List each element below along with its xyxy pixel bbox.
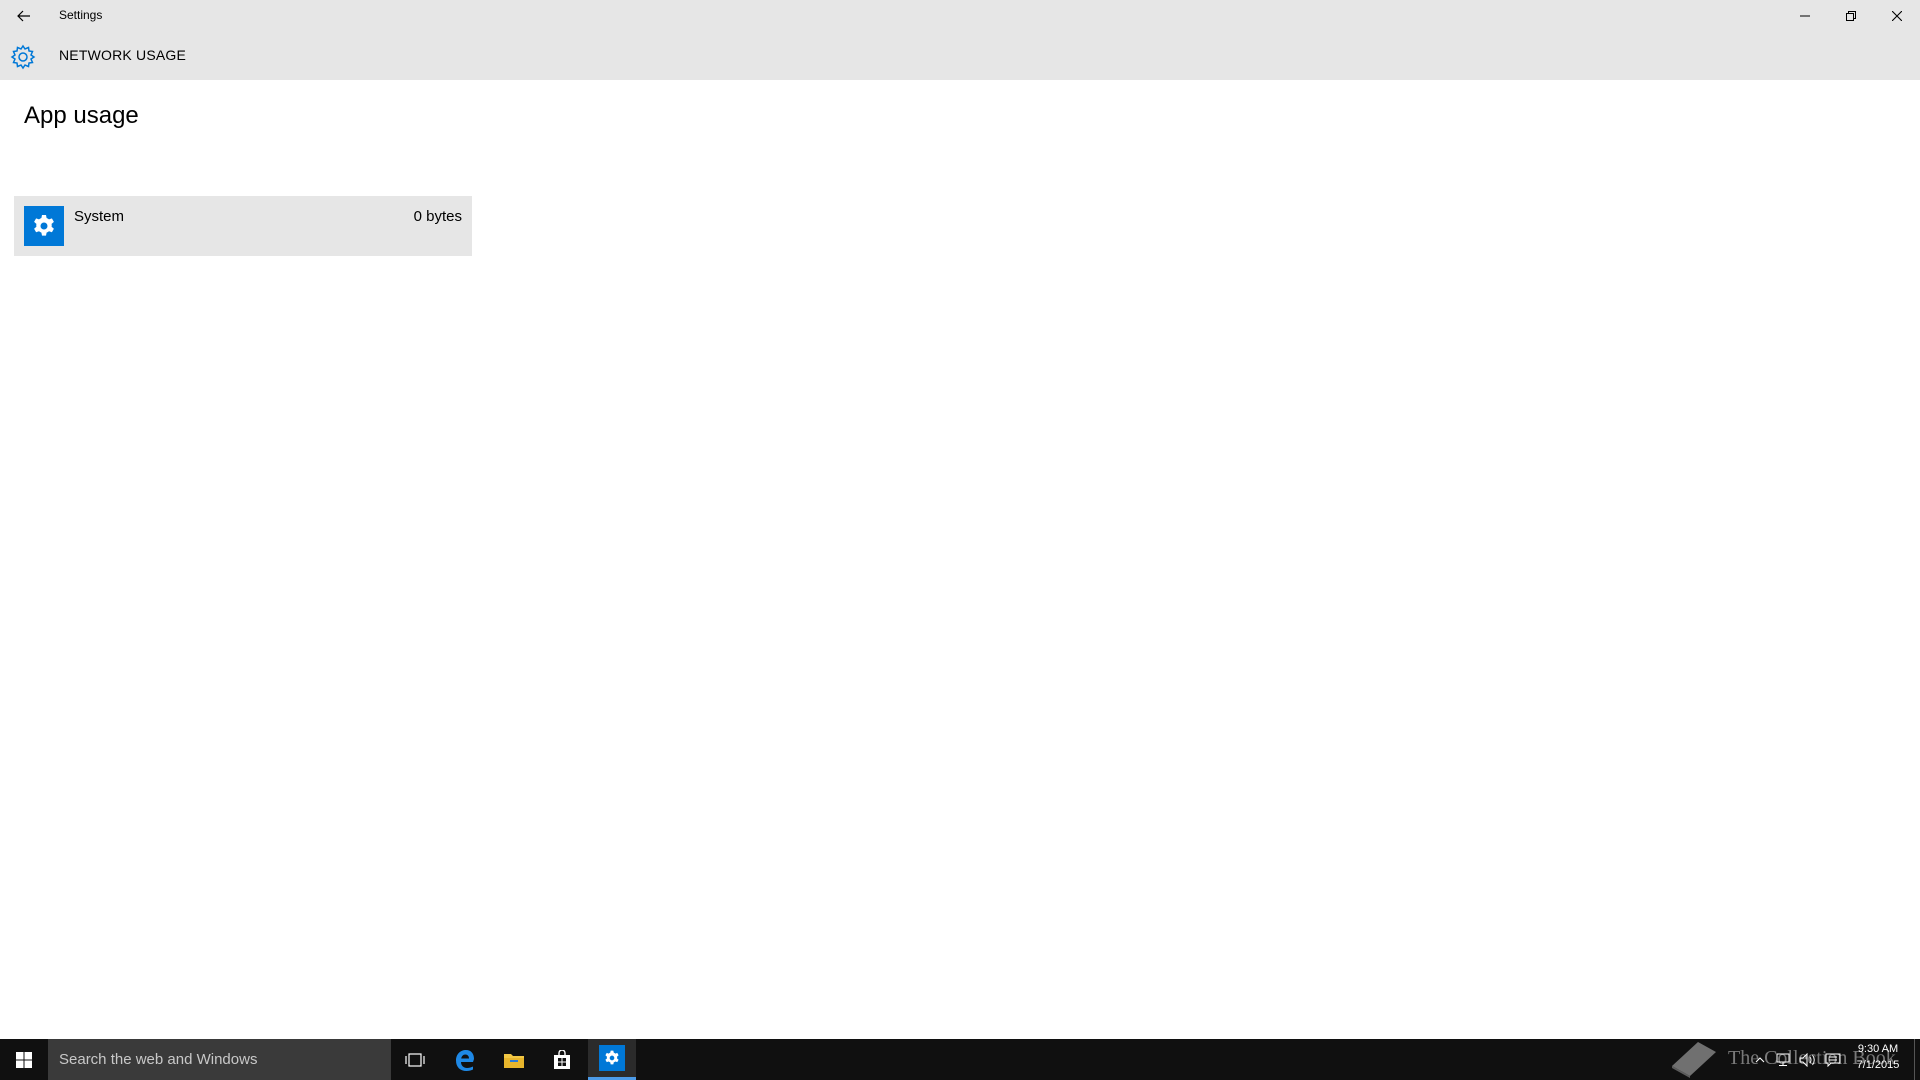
taskbar-clock[interactable]: 9:30 AM 7/1/2015: [1848, 1041, 1908, 1073]
network-tray-button[interactable]: [1772, 1039, 1794, 1080]
app-icon-tile: [24, 206, 64, 246]
clock-time: 9:30 AM: [1857, 1043, 1899, 1055]
task-view-button[interactable]: [391, 1039, 439, 1080]
minimize-button[interactable]: [1782, 0, 1828, 31]
close-icon: [1892, 10, 1902, 21]
edge-icon: [456, 1049, 474, 1071]
back-arrow-icon: [17, 10, 30, 21]
chevron-up-icon: [1755, 1056, 1765, 1062]
task-view-icon: [405, 1052, 425, 1067]
gear-icon: [10, 44, 36, 70]
back-button[interactable]: [0, 0, 48, 31]
show-hidden-icons-button[interactable]: [1752, 1039, 1768, 1080]
folder-icon: [504, 1053, 524, 1068]
network-icon: [1776, 1053, 1790, 1066]
start-button[interactable]: [0, 1039, 48, 1080]
app-usage-row[interactable]: System 0 bytes: [14, 196, 472, 256]
restore-icon: [1846, 10, 1856, 21]
restore-button[interactable]: [1828, 0, 1874, 31]
volume-tray-button[interactable]: [1796, 1039, 1820, 1080]
windows-logo-icon: [16, 1051, 32, 1068]
notification-icon: [1825, 1053, 1841, 1067]
taskbar: Search the web and Windows: [0, 1039, 1920, 1080]
settings-tile: [599, 1045, 625, 1071]
book-icon: [1672, 1042, 1716, 1078]
close-button[interactable]: [1874, 0, 1920, 31]
show-desktop-button[interactable]: [1914, 1039, 1915, 1080]
gear-icon: [605, 1050, 619, 1065]
settings-window: Settings NETWORK USAGE App usage System …: [0, 0, 1920, 1039]
app-name: System: [74, 208, 125, 225]
taskbar-search-box[interactable]: Search the web and Windows: [48, 1039, 391, 1080]
file-explorer-button[interactable]: [490, 1039, 538, 1080]
settings-taskbar-button[interactable]: [588, 1039, 636, 1080]
page-title: App usage: [24, 102, 139, 129]
gear-icon: [34, 215, 54, 236]
volume-icon: [1799, 1052, 1815, 1067]
app-usage-value: 0 bytes: [413, 208, 462, 225]
window-title: Settings: [59, 8, 103, 22]
page-section-title: NETWORK USAGE: [59, 47, 187, 63]
search-placeholder: Search the web and Windows: [59, 1051, 258, 1068]
store-icon: [554, 1049, 570, 1069]
page-header: NETWORK USAGE: [0, 31, 1920, 80]
title-bar: Settings: [0, 0, 1920, 31]
store-button[interactable]: [538, 1039, 586, 1080]
edge-button[interactable]: [441, 1039, 489, 1080]
action-center-button[interactable]: [1822, 1039, 1844, 1080]
clock-date: 7/1/2015: [1856, 1059, 1900, 1071]
minimize-icon: [1800, 15, 1810, 16]
